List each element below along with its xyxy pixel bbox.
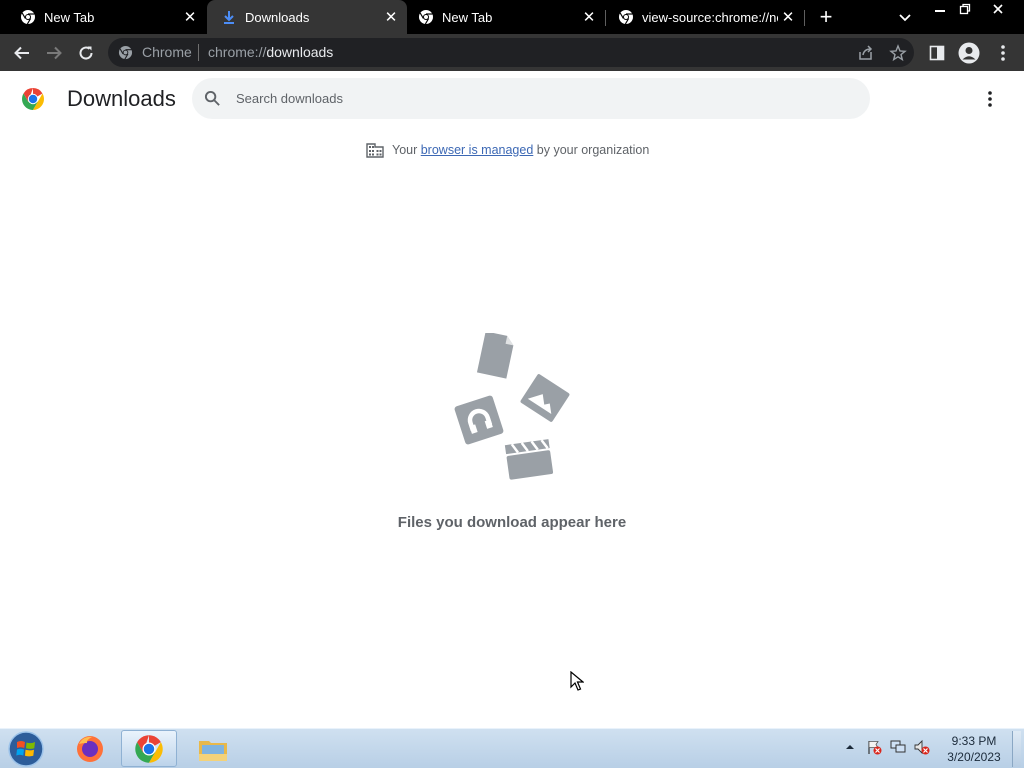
chrome-menu-button[interactable] <box>989 39 1017 67</box>
chrome-icon <box>419 10 433 25</box>
reload-button[interactable] <box>72 39 100 67</box>
side-panel-button[interactable] <box>923 39 951 67</box>
arrow-right-icon <box>47 46 62 60</box>
network-icon[interactable] <box>890 739 906 755</box>
share-icon[interactable] <box>857 44 875 62</box>
restore-icon <box>959 3 971 15</box>
app-icon <box>454 395 504 445</box>
taskbar-file-explorer[interactable] <box>185 730 241 767</box>
forward-button[interactable] <box>40 39 68 67</box>
side-panel-icon <box>929 45 945 61</box>
empty-state-message: Files you download appear here <box>397 514 627 531</box>
tab-close-icon[interactable]: ✕ <box>180 7 200 27</box>
url-text[interactable]: chrome://downloads <box>208 44 333 60</box>
chrome-logo-icon <box>22 88 44 110</box>
chrome-icon <box>21 10 35 25</box>
tab-label: view-source:chrome://ne <box>642 9 778 25</box>
tab-downloads[interactable]: Downloads ✕ <box>207 0 407 34</box>
page-title: Downloads <box>67 86 176 111</box>
url-host: downloads <box>266 44 334 60</box>
close-window-button[interactable] <box>982 0 1014 18</box>
taskbar-chrome[interactable] <box>121 730 177 767</box>
empty-downloads-illustration <box>454 333 570 480</box>
toolbar: Chrome chrome://downloads <box>0 34 1024 71</box>
restore-button[interactable] <box>951 0 979 18</box>
image-icon <box>520 374 570 422</box>
download-icon <box>224 11 234 24</box>
chrome-icon <box>118 45 133 60</box>
video-icon <box>504 439 554 480</box>
managed-notice: Your browser is managed by your organiza… <box>366 141 649 159</box>
minimize-icon <box>935 10 945 12</box>
document-icon <box>476 333 514 379</box>
tab-separator <box>804 10 805 26</box>
kebab-menu-icon <box>1001 45 1005 61</box>
chrome-icon <box>619 10 633 25</box>
start-button[interactable] <box>7 731 45 767</box>
tab-strip: New Tab ✕ Downloads ✕ New Tab ✕ view-sou… <box>0 0 1024 34</box>
tab-view-source[interactable]: view-source:chrome://ne ✕ <box>606 0 804 34</box>
tab-label: New Tab <box>44 9 95 25</box>
system-clock[interactable]: 9:33 PM 3/20/2023 <box>940 733 1008 765</box>
tab-new-tab-2[interactable]: New Tab ✕ <box>406 0 605 34</box>
reload-icon <box>79 46 93 60</box>
mouse-cursor-icon <box>570 671 584 691</box>
omnibox-separator <box>198 44 199 61</box>
tab-close-icon[interactable]: ✕ <box>381 7 401 27</box>
clock-time: 9:33 PM <box>951 734 997 748</box>
url-scheme: chrome:// <box>208 44 267 60</box>
chrome-icon <box>135 734 163 763</box>
kebab-menu-icon <box>988 91 992 107</box>
tab-new-tab-1[interactable]: New Tab ✕ <box>0 0 206 34</box>
close-icon <box>993 4 1003 14</box>
address-bar[interactable]: Chrome chrome://downloads <box>108 38 914 67</box>
taskbar: 9:33 PM 3/20/2023 <box>0 728 1024 768</box>
volume-muted-icon[interactable] <box>914 739 930 755</box>
downloads-menu-button[interactable] <box>978 87 1002 111</box>
search-icon <box>204 90 220 106</box>
new-tab-button[interactable]: + <box>814 4 838 29</box>
clock-date: 3/20/2023 <box>947 750 1001 764</box>
site-chip[interactable]: Chrome <box>142 44 192 60</box>
search-input[interactable] <box>236 88 836 109</box>
arrow-left-icon <box>14 46 29 60</box>
chevron-down-icon[interactable] <box>895 7 915 27</box>
star-icon[interactable] <box>889 44 907 62</box>
minimize-button[interactable] <box>926 0 954 18</box>
managed-suffix: by your organization <box>533 143 650 157</box>
search-box[interactable] <box>192 78 870 119</box>
profile-button[interactable] <box>955 39 983 67</box>
browser-managed-link[interactable]: browser is managed <box>421 143 534 157</box>
tab-label: Downloads <box>245 9 310 25</box>
file-explorer-icon <box>199 740 227 761</box>
tab-label: New Tab <box>442 9 493 25</box>
downloads-page: Downloads Your browser is man <box>0 71 1024 728</box>
show-desktop-button[interactable] <box>1012 731 1021 767</box>
taskbar-firefox[interactable] <box>62 730 118 767</box>
firefox-icon <box>77 735 103 762</box>
tab-close-icon[interactable]: ✕ <box>579 7 599 27</box>
managed-prefix: Your <box>392 143 421 157</box>
action-center-flag-icon[interactable] <box>866 739 882 755</box>
tab-close-icon[interactable]: ✕ <box>778 7 798 27</box>
screen: New Tab ✕ Downloads ✕ New Tab ✕ view-sou… <box>0 0 1024 768</box>
avatar-icon <box>958 42 980 64</box>
back-button[interactable] <box>8 39 36 67</box>
building-icon <box>366 143 384 158</box>
show-hidden-icons-icon[interactable] <box>844 741 856 753</box>
